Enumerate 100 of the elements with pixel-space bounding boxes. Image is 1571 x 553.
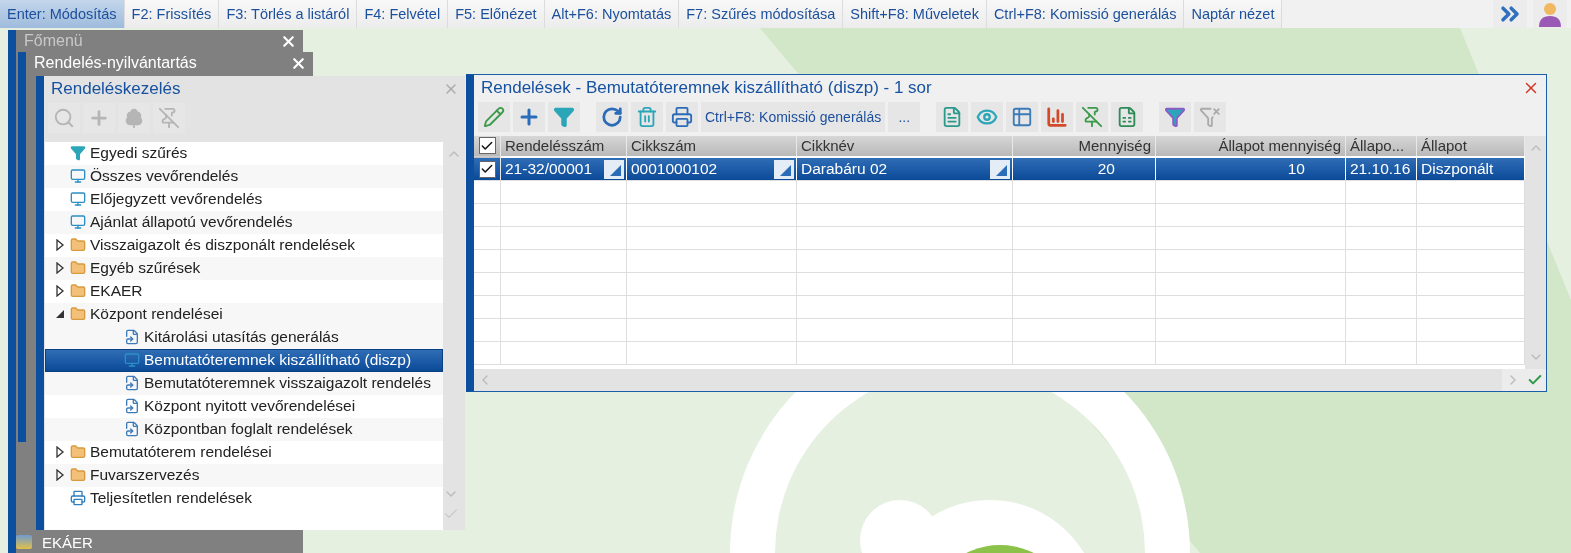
report-icon — [124, 398, 140, 415]
column-header[interactable]: Állapot mennyiség — [1156, 136, 1346, 156]
expand-icon[interactable] — [54, 469, 66, 482]
table-cell-text: 21-32/00001 — [505, 160, 594, 178]
table-row[interactable]: 21-32/00001 0001000102 Darabáru 02 20 10 21.10.16 Diszponált — [474, 158, 1525, 181]
window-title: Rendelés-nyilvántartás — [34, 54, 197, 72]
filter-button[interactable] — [548, 102, 580, 132]
double-chevron-button[interactable] — [1493, 0, 1527, 28]
shortcut-button[interactable]: Enter: Módosítás — [0, 0, 125, 28]
tree-item[interactable]: Fuvarszervezés — [45, 463, 443, 487]
expand-icon[interactable] — [54, 239, 66, 252]
commission-button[interactable]: Ctrl+F8: Komissió generálás — [701, 102, 886, 132]
chart-button[interactable] — [1041, 102, 1074, 132]
shortcut-button[interactable]: F2: Frissítés — [124, 0, 220, 28]
add-button[interactable] — [513, 102, 545, 132]
report-button[interactable] — [936, 102, 969, 132]
shortcut-button[interactable]: F3: Törlés a listáról — [219, 0, 358, 28]
table-cell-text: Diszponált — [1421, 160, 1495, 178]
unpin-button[interactable] — [1076, 102, 1109, 132]
folder-icon — [70, 444, 86, 461]
printer-icon — [671, 106, 693, 128]
edit-button[interactable] — [478, 102, 510, 132]
expand-icon[interactable] — [54, 446, 66, 459]
tree-item[interactable]: Egyéb szűrések — [45, 256, 443, 280]
folder-icon — [70, 306, 86, 323]
tree-item[interactable]: Kitárolási utasítás generálás — [45, 325, 443, 349]
table-cell-text: Darabáru 02 — [801, 160, 889, 178]
shortcut-button[interactable]: Naptár nézet — [1184, 0, 1283, 28]
column-header[interactable]: Állapo... — [1346, 136, 1417, 156]
column-header[interactable]: Állapot — [1417, 136, 1525, 156]
monitor-icon — [70, 191, 86, 208]
column-header[interactable]: Cikkszám — [627, 136, 797, 156]
table-cell-text: 0001000102 — [631, 160, 719, 178]
folder-icon — [70, 283, 86, 300]
user-button[interactable] — [1533, 0, 1567, 28]
crossed-pin-icon — [1081, 106, 1104, 128]
shortcut-button[interactable]: Alt+F6: Nyomtatás — [544, 0, 680, 28]
table-button[interactable] — [1006, 102, 1039, 132]
triangle-icon — [610, 164, 621, 176]
column-header[interactable]: Cikknév — [797, 136, 1013, 156]
menu-item[interactable]: EKÁER — [16, 531, 303, 553]
report-icon — [124, 421, 140, 438]
search-icon — [53, 106, 75, 129]
check-icon — [480, 162, 494, 176]
filter-icon — [70, 145, 86, 162]
monitor-icon — [124, 352, 140, 369]
triangle-icon — [996, 164, 1007, 176]
collapse-icon[interactable] — [54, 308, 66, 321]
filter-icon — [553, 106, 575, 128]
tree-item[interactable]: Összes vevőrendelés — [45, 164, 443, 188]
print-button[interactable] — [666, 102, 698, 132]
pencil-icon — [483, 106, 505, 128]
tree-item[interactable]: Központ rendelései — [45, 302, 443, 326]
filter-settings-button[interactable] — [1159, 102, 1192, 132]
column-header[interactable]: Mennyiség — [1013, 136, 1156, 156]
tree-item[interactable]: Bemutatóteremnek visszaigazolt rendelés — [45, 371, 443, 395]
lookup-button[interactable] — [990, 159, 1010, 179]
shortcut-button[interactable]: Ctrl+F8: Komissió generálás — [986, 0, 1185, 28]
view-button[interactable] — [971, 102, 1004, 132]
window-title: Főmenü — [24, 32, 83, 50]
lookup-button[interactable] — [774, 159, 794, 179]
tree-item[interactable]: Központban foglalt rendelések — [45, 417, 443, 441]
folder-icon — [70, 237, 86, 254]
triangle-icon — [780, 164, 791, 176]
window-title: Rendelések - Bemutatóteremnek kiszállítható (diszp) - 1 sor — [481, 78, 932, 98]
delete-button[interactable] — [631, 102, 663, 132]
expand-icon[interactable] — [54, 262, 66, 275]
shortcut-button[interactable]: F7: Szűrés módosítása — [679, 0, 844, 28]
clear-filter-button[interactable] — [1194, 102, 1227, 132]
more-button[interactable]: ... — [888, 102, 921, 132]
shortcut-button[interactable]: F5: Előnézet — [448, 0, 545, 28]
report-icon — [124, 329, 140, 346]
table-icon — [1011, 106, 1034, 128]
report-icon — [124, 375, 140, 392]
tree-item[interactable]: Ajánlat állapotú vevőrendelés — [45, 210, 443, 234]
monitor-icon — [70, 214, 86, 231]
bar-chart-icon — [1046, 106, 1069, 128]
checkbox[interactable] — [478, 160, 496, 178]
clear-filter-icon — [1199, 106, 1222, 128]
expand-icon[interactable] — [54, 285, 66, 298]
tree-item[interactable]: Bemutatóteremnek kiszállítható (diszp) — [45, 348, 443, 372]
user-icon — [1537, 1, 1563, 27]
lookup-button[interactable] — [604, 159, 624, 179]
refresh-button[interactable] — [596, 102, 628, 132]
shortcut-button[interactable]: F4: Felvétel — [357, 0, 449, 28]
crossed-pin-icon — [158, 106, 180, 129]
trash-icon — [636, 106, 658, 128]
window-title: Rendeléskezelés — [51, 78, 181, 99]
shortcut-button[interactable]: Shift+F8: Műveletek — [843, 0, 987, 28]
column-header[interactable]: Rendelésszám — [501, 136, 627, 156]
folder-icon — [70, 467, 86, 484]
refresh-icon — [601, 106, 623, 128]
table-cell: 10 — [1287, 160, 1305, 178]
table-cell-text: 21.10.16 — [1350, 160, 1412, 178]
menu-icon — [16, 535, 32, 549]
checkbox[interactable] — [478, 137, 496, 155]
printer-icon — [70, 490, 86, 507]
filter-icon — [1164, 106, 1187, 128]
excel-button[interactable] — [1111, 102, 1144, 132]
monitor-icon — [70, 168, 86, 185]
